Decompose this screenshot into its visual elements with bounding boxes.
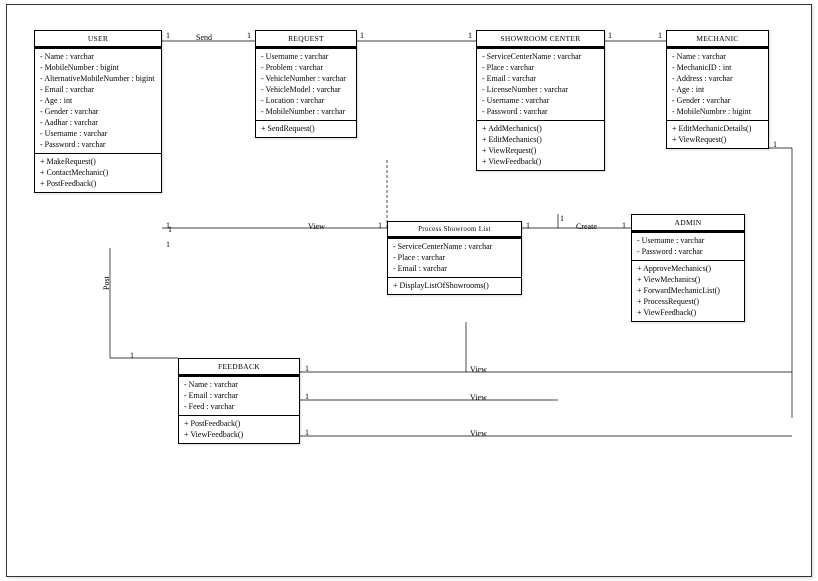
- attrs: - Username : varchar - Password : varcha…: [632, 233, 744, 261]
- label-send: Send: [196, 33, 212, 42]
- class-admin: ADMIN - Username : varchar - Password : …: [631, 214, 745, 322]
- multiplicity: 1: [773, 140, 777, 149]
- class-title: MECHANIC: [667, 31, 768, 47]
- multiplicity: 1: [658, 31, 662, 40]
- attrs: - ServiceCenterName : varchar - Place : …: [388, 239, 521, 278]
- multiplicity: 1: [608, 31, 612, 40]
- label-post: Post: [102, 276, 111, 290]
- ops: + SendRequest(): [256, 121, 356, 137]
- class-request: REQUEST - Username : varchar - Problem :…: [255, 30, 357, 138]
- multiplicity: 1: [247, 31, 251, 40]
- multiplicity: 1: [360, 31, 364, 40]
- diagram-canvas: USER - Name : varchar - MobileNumber : b…: [0, 0, 818, 581]
- attrs: - Name : varchar - Email : varchar - Fee…: [179, 377, 299, 416]
- class-feedback: FEEDBACK - Name : varchar - Email : varc…: [178, 358, 300, 444]
- class-title: ADMIN: [632, 215, 744, 231]
- multiplicity: 1: [166, 240, 170, 249]
- label-view: View: [308, 222, 325, 231]
- multiplicity: 1: [526, 221, 530, 230]
- label-view: View: [470, 393, 487, 402]
- multiplicity: 1: [168, 225, 172, 234]
- class-user: USER - Name : varchar - MobileNumber : b…: [34, 30, 162, 193]
- attrs: - Name : varchar - MobileNumber : bigint…: [35, 49, 161, 154]
- class-title: FEEDBACK: [179, 359, 299, 375]
- multiplicity: 1: [166, 31, 170, 40]
- ops: + PostFeedback() + ViewFeedback(): [179, 416, 299, 443]
- class-title: USER: [35, 31, 161, 47]
- class-showroom-center: SHOWROOM CENTER - ServiceCenterName : va…: [476, 30, 605, 171]
- multiplicity: 1: [305, 428, 309, 437]
- multiplicity: 1: [130, 351, 134, 360]
- class-process-showroom-list: Process Showroom List - ServiceCenterNam…: [387, 221, 522, 295]
- ops: + MakeRequest() + ContactMechanic() + Po…: [35, 154, 161, 192]
- class-title: Process Showroom List: [388, 222, 521, 237]
- multiplicity: 1: [468, 31, 472, 40]
- ops: + ApproveMechanics() + ViewMechanics() +…: [632, 261, 744, 321]
- class-title: SHOWROOM CENTER: [477, 31, 604, 47]
- label-create: Create: [576, 222, 597, 231]
- multiplicity: 1: [560, 214, 564, 223]
- attrs: - ServiceCenterName : varchar - Place : …: [477, 49, 604, 121]
- multiplicity: 1: [305, 364, 309, 373]
- attrs: - Username : varchar - Problem : varchar…: [256, 49, 356, 121]
- label-view: View: [470, 429, 487, 438]
- multiplicity: 1: [305, 392, 309, 401]
- multiplicity: 1: [378, 221, 382, 230]
- ops: + DisplayListOfShowrooms(): [388, 278, 521, 294]
- attrs: - Name : varchar - MechanicID : int - Ad…: [667, 49, 768, 121]
- ops: + AddMechanics() + EditMechanics() + Vie…: [477, 121, 604, 170]
- class-mechanic: MECHANIC - Name : varchar - MechanicID :…: [666, 30, 769, 149]
- ops: + EditMechanicDetails() + ViewRequest(): [667, 121, 768, 148]
- multiplicity: 1: [622, 221, 626, 230]
- class-title: REQUEST: [256, 31, 356, 47]
- label-view: View: [470, 365, 487, 374]
